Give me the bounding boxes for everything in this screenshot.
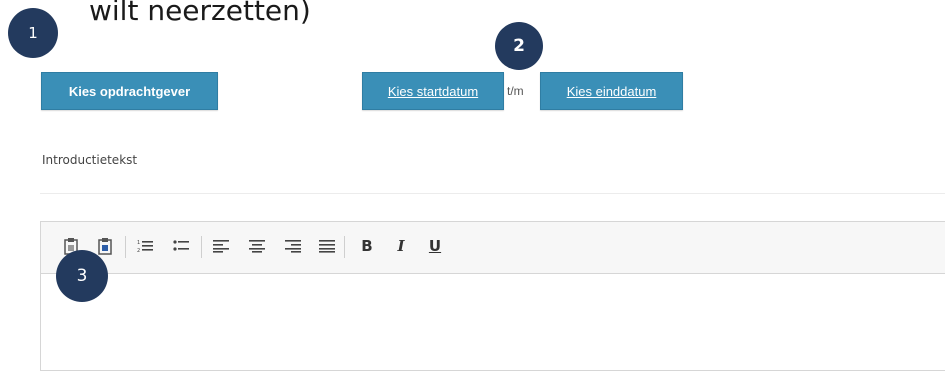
underline-icon[interactable]: U <box>425 236 445 256</box>
align-center-icon[interactable] <box>247 236 267 256</box>
divider <box>40 193 945 194</box>
italic-icon[interactable]: I <box>391 236 411 256</box>
intro-text-label: Introductietekst <box>42 153 138 167</box>
svg-text:1: 1 <box>137 240 140 246</box>
step-badge-3: 3 <box>56 250 108 302</box>
choose-client-button[interactable]: Kies opdrachtgever <box>41 72 218 110</box>
step-badge-1: 1 <box>8 8 58 58</box>
toolbar-separator <box>125 236 126 258</box>
rich-text-editor[interactable]: 1 2 B I U <box>40 221 945 371</box>
date-range-separator: t/m <box>507 84 524 98</box>
bold-icon[interactable]: B <box>357 236 377 256</box>
choose-start-date-button[interactable]: Kies startdatum <box>362 72 504 110</box>
bulleted-list-icon[interactable] <box>171 236 191 256</box>
align-right-icon[interactable] <box>283 236 303 256</box>
justify-icon[interactable] <box>317 236 337 256</box>
editor-toolbar: 1 2 B I U <box>41 222 945 274</box>
align-left-icon[interactable] <box>211 236 231 256</box>
svg-text:2: 2 <box>137 248 140 253</box>
underline-label: U <box>428 236 442 255</box>
choose-end-date-button[interactable]: Kies einddatum <box>540 72 683 110</box>
numbered-list-icon[interactable]: 1 2 <box>135 236 155 256</box>
editor-content-area[interactable] <box>41 274 945 372</box>
step-badge-2: 2 <box>495 22 543 70</box>
instruction-heading: wilt neerzetten) <box>89 0 311 27</box>
paste-from-word-icon[interactable] <box>95 236 115 256</box>
bold-label: B <box>361 236 373 255</box>
toolbar-separator <box>344 236 345 258</box>
italic-label: I <box>397 236 405 255</box>
toolbar-separator <box>201 236 202 258</box>
